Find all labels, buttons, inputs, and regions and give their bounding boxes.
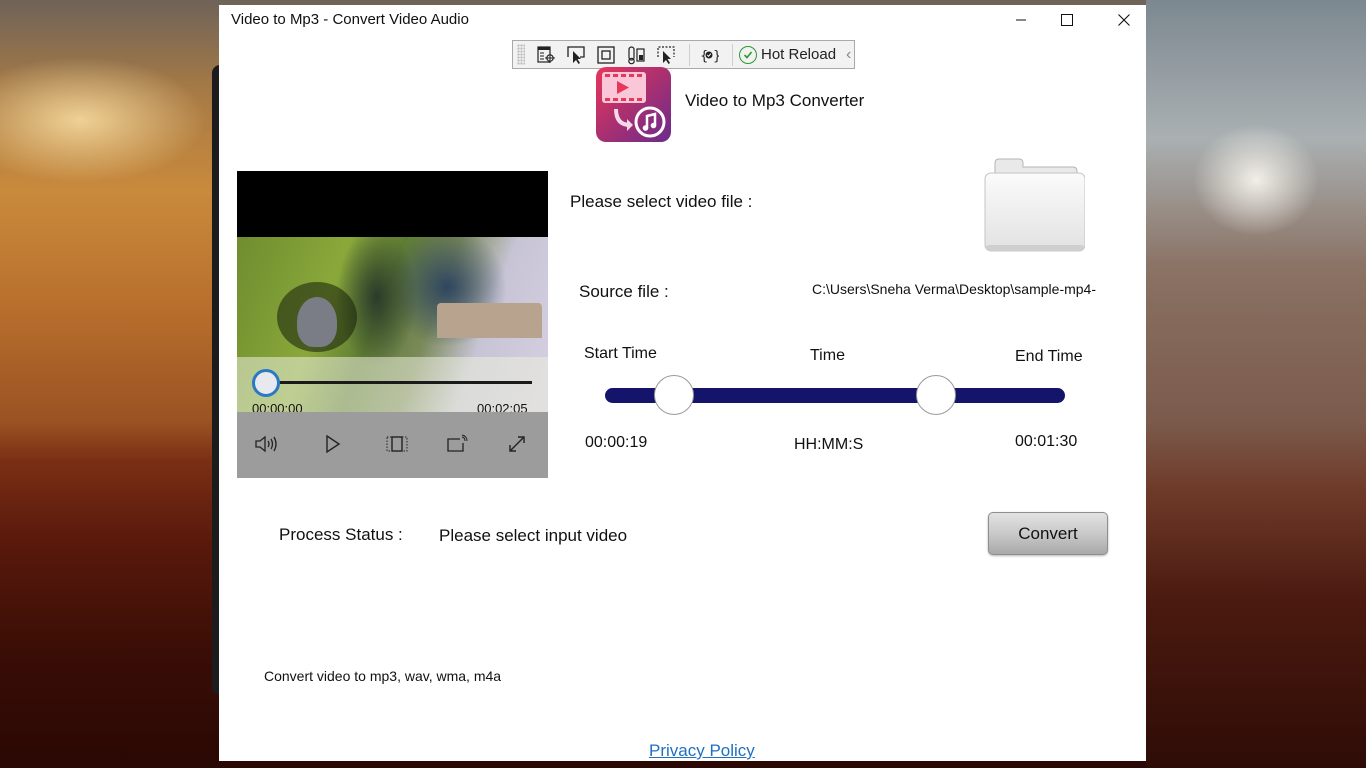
aspect-ratio-icon [386,436,408,452]
video-player[interactable]: 00:00:00 00:02:05 [237,171,548,478]
track-focus-button[interactable] [623,44,649,66]
volume-icon [255,435,277,453]
start-time-thumb[interactable] [654,375,694,415]
seek-thumb[interactable] [252,369,280,397]
app-window: Video to Mp3 - Convert Video Audio {Hot… [219,5,1146,761]
hot-reload-button[interactable]: Hot Reload [739,45,837,64]
aspect-ratio-button[interactable] [383,430,411,458]
privacy-policy-link[interactable]: Privacy Policy [649,741,755,761]
maximize-button[interactable] [1044,5,1090,35]
svg-text:}: } [713,49,719,64]
xaml-debug-toolbar: { } Hot Reload ‹ [512,40,855,69]
desktop-wallpaper-right [1146,0,1366,768]
folder-icon [984,158,1086,252]
source-file-label: Source file : [579,282,669,301]
volume-button[interactable] [253,430,281,458]
toolbar-separator [689,43,690,66]
live-visual-tree-button[interactable] [533,44,559,66]
convert-button[interactable]: Convert [988,512,1108,555]
end-time-thumb[interactable] [916,375,957,415]
start-time-value: 00:00:19 [585,434,648,451]
video-to-music-icon [602,72,666,138]
app-logo [596,67,671,142]
process-status-label: Process Status : [279,525,403,544]
binding-failures-button[interactable]: { } [696,44,722,66]
source-file-path: C:\Users\Sneha Verma\Desktop\sample-mp4- [812,281,1096,297]
start-time-label: Start Time [584,345,657,362]
cast-icon [447,434,468,452]
check-circle-icon [739,45,757,64]
select-element-button[interactable] [563,44,589,66]
close-icon [1118,14,1130,26]
fullscreen-button[interactable] [503,430,531,458]
minimize-button[interactable] [998,5,1044,35]
video-scene-character [297,297,337,347]
close-button[interactable] [1101,5,1147,35]
preview-selection-button[interactable] [653,44,679,66]
seek-bar[interactable] [277,381,532,384]
end-time-label: End Time [1015,348,1083,365]
toolbar-separator [732,43,733,66]
app-heading: Video to Mp3 Converter [685,91,865,110]
supported-formats-text: Convert video to mp3, wav, wma, m4a [264,668,502,684]
toolbar-grip-handle[interactable] [517,44,525,65]
video-scene-building [437,303,542,338]
chevron-left-icon[interactable]: ‹ [846,46,851,64]
process-status-value: Please select input video [439,526,628,545]
minimize-icon [1016,19,1026,21]
display-layout-adorners-icon [597,45,615,64]
live-visual-tree-icon [537,45,555,63]
browse-folder-button[interactable] [981,151,1086,255]
time-label: Time [810,347,845,364]
cast-button[interactable] [443,430,471,458]
display-layout-adorners-button[interactable] [593,44,619,66]
end-time-value: 00:01:30 [1015,433,1078,450]
select-element-icon [567,45,585,64]
play-button[interactable] [319,430,347,458]
maximize-icon [1061,14,1073,26]
player-controls [237,412,548,478]
preview-selection-icon [657,45,675,64]
hot-reload-label: Hot Reload [761,46,837,63]
binding-failures-icon: { } [700,49,719,64]
time-format-hint: HH:MM:S [794,436,864,453]
title-bar: Video to Mp3 - Convert Video Audio [219,5,1146,35]
select-file-label: Please select video file : [570,192,753,211]
window-title: Video to Mp3 - Convert Video Audio [231,11,469,28]
play-icon [326,434,341,454]
track-focus-icon [628,45,645,64]
fullscreen-icon [509,436,525,452]
